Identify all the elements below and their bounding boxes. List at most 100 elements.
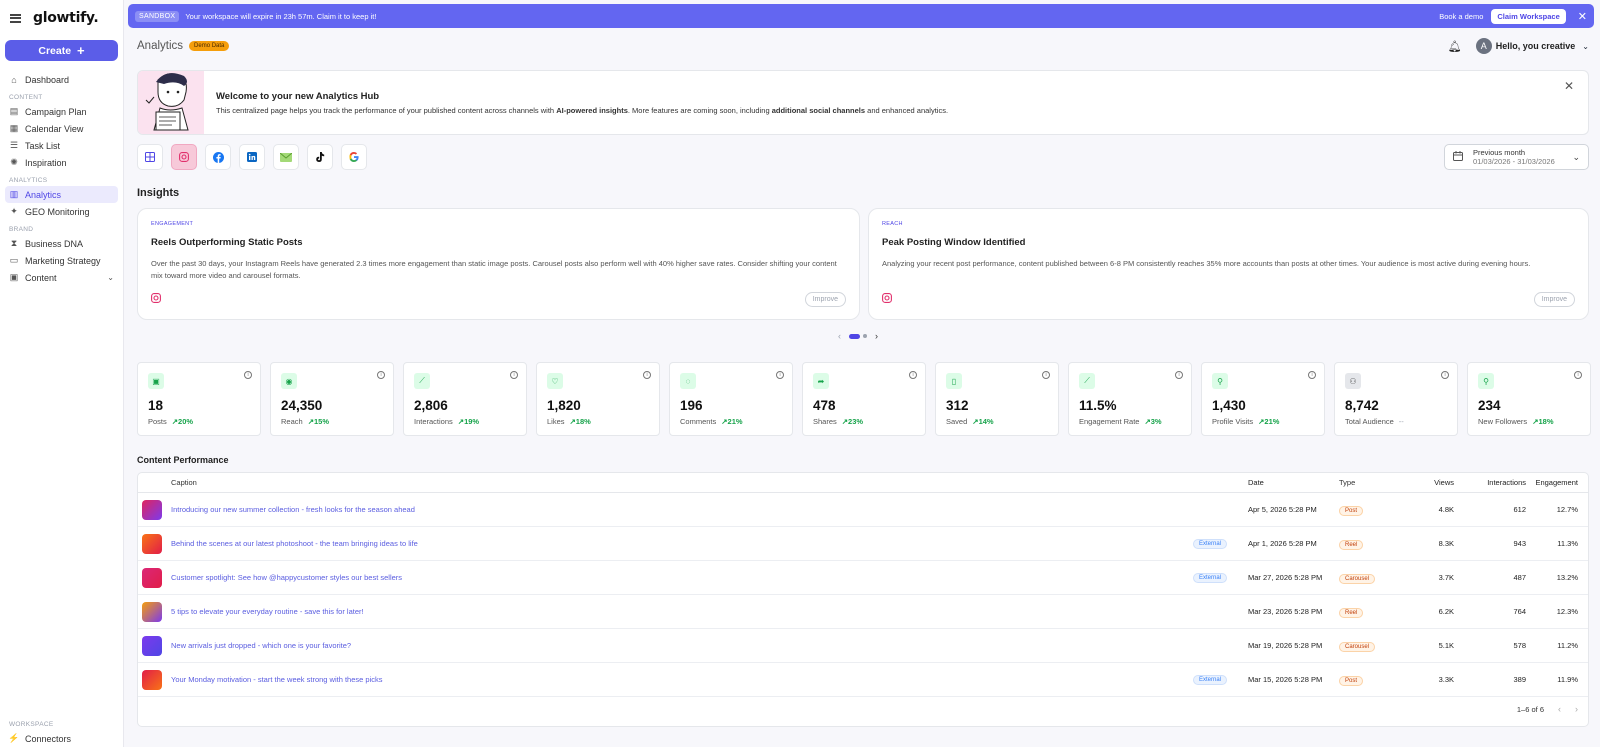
column-type[interactable]: Type [1339, 478, 1355, 487]
table-row[interactable]: 5 tips to elevate your everyday routine … [138, 595, 1588, 629]
chart-icon: ⟋ [414, 373, 430, 389]
metric-change: ↗18% [1532, 417, 1554, 426]
sidebar-item-inspiration[interactable]: ✺ Inspiration [5, 154, 118, 171]
post-views: 3.3K [1438, 675, 1454, 684]
create-button[interactable]: Create + [5, 40, 118, 61]
date-range-text: Previous month 01/03/2026 - 31/03/2026 [1473, 148, 1555, 166]
channel-tiktok-button[interactable] [307, 144, 333, 170]
info-icon[interactable]: i [1574, 371, 1582, 379]
post-views: 6.2K [1438, 607, 1454, 616]
table-row[interactable]: Your Monday motivation - start the week … [138, 663, 1588, 697]
table-row[interactable]: Customer spotlight: See how @happycustom… [138, 561, 1588, 595]
chevron-left-icon[interactable]: ‹ [1558, 704, 1561, 714]
sidebar-item-connectors[interactable]: ⚡ Connectors [5, 730, 118, 747]
post-caption-link[interactable]: Introducing our new summer collection - … [171, 505, 415, 514]
post-caption-link[interactable]: Customer spotlight: See how @happycustom… [171, 573, 402, 582]
channel-google-button[interactable] [341, 144, 367, 170]
menu-icon[interactable] [10, 13, 21, 23]
info-icon[interactable]: i [643, 371, 651, 379]
welcome-desc-bold: AI-powered insights [556, 105, 628, 115]
sidebar-item-task-list[interactable]: ☰ Task List [5, 137, 118, 154]
column-engagement[interactable]: Engagement [1530, 478, 1578, 487]
info-icon[interactable]: i [510, 371, 518, 379]
table-row[interactable]: Behind the scenes at our latest photosho… [138, 527, 1588, 561]
sidebar-item-dashboard[interactable]: ⌂ Dashboard [5, 71, 118, 88]
info-icon[interactable]: i [244, 371, 252, 379]
type-badge: Post [1339, 506, 1364, 516]
chevron-right-icon[interactable]: › [1575, 704, 1578, 714]
user-menu[interactable]: A Hello, you creative ⌄ [1475, 38, 1589, 54]
info-icon[interactable]: i [1042, 371, 1050, 379]
sidebar-item-campaign-plan[interactable]: ▤ Campaign Plan [5, 103, 118, 120]
plug-icon: ⚡ [8, 733, 20, 743]
post-views: 3.7K [1438, 573, 1454, 582]
date-range-picker[interactable]: Previous month 01/03/2026 - 31/03/2026 ⌄ [1444, 144, 1589, 170]
claim-workspace-button[interactable]: Claim Workspace [1491, 8, 1566, 24]
improve-button[interactable]: Improve [1533, 292, 1575, 307]
info-icon[interactable]: i [377, 371, 385, 379]
table-row[interactable]: Introducing our new summer collection - … [138, 493, 1588, 527]
post-type: Reel [1339, 539, 1364, 550]
bell-icon[interactable]: 🔔︎ [1448, 40, 1462, 53]
post-caption-link[interactable]: Your Monday motivation - start the week … [171, 675, 383, 684]
image-icon: ▣ [148, 373, 164, 389]
dna-icon: ⧗ [10, 238, 18, 248]
metric-label: Total Audience [1345, 417, 1394, 426]
banner-message: Your workspace will expire in 23h 57m. C… [185, 11, 377, 21]
post-caption-link[interactable]: 5 tips to elevate your everyday routine … [171, 607, 364, 616]
channel-email-button[interactable] [273, 144, 299, 170]
sidebar-item-content[interactable]: ▣ Content ⌄ [5, 269, 118, 286]
logo[interactable]: glowtify. [33, 10, 99, 26]
info-icon[interactable]: i [909, 371, 917, 379]
channel-facebook-button[interactable] [205, 144, 231, 170]
table-row[interactable]: New arrivals just dropped - which one is… [138, 629, 1588, 663]
column-caption[interactable]: Caption [171, 478, 197, 487]
type-badge: Reel [1339, 608, 1364, 618]
chevron-left-icon[interactable]: ‹ [838, 331, 841, 341]
close-icon[interactable]: ✕ [1578, 10, 1587, 23]
metric-change: ↗15% [307, 417, 329, 426]
improve-button[interactable]: Improve [804, 292, 846, 307]
channel-all-button[interactable] [137, 144, 163, 170]
sidebar-item-geo-monitoring[interactable]: ✦ GEO Monitoring [5, 203, 118, 220]
info-icon[interactable]: i [1175, 371, 1183, 379]
column-views[interactable]: Views [1396, 478, 1454, 487]
metric-card-posts: ▣ i 18 Posts ↗20% [137, 362, 261, 436]
info-icon[interactable]: i [1308, 371, 1316, 379]
sidebar-item-label: Dashboard [25, 74, 70, 85]
insights-pager: ‹ › [838, 331, 878, 341]
post-caption-link[interactable]: New arrivals just dropped - which one is… [171, 641, 351, 650]
book-demo-link[interactable]: Book a demo [1439, 12, 1483, 21]
sidebar-item-label: Connectors [25, 733, 72, 744]
channel-linkedin-button[interactable] [239, 144, 265, 170]
metric-card-likes: ♡ i 1,820 Likes ↗18% [536, 362, 660, 436]
post-engagement: 12.7% [1556, 505, 1578, 514]
close-icon[interactable]: ✕ [1564, 79, 1574, 93]
chart-icon: ⟋ [1079, 373, 1095, 389]
channel-filters [137, 144, 367, 170]
post-caption-link[interactable]: Behind the scenes at our latest photosho… [171, 539, 418, 548]
metric-label: Posts [148, 417, 167, 426]
post-interactions: 943 [1513, 539, 1526, 548]
metric-card-shares: ➦ i 478 Shares ↗23% [802, 362, 926, 436]
column-interactions[interactable]: Interactions [1458, 478, 1526, 487]
pager-dot[interactable] [863, 334, 867, 338]
chevron-down-icon[interactable]: ⌄ [107, 273, 114, 282]
info-icon[interactable]: i [776, 371, 784, 379]
metric-label: Likes [547, 417, 565, 426]
email-icon [280, 152, 292, 162]
info-icon[interactable]: i [1441, 371, 1449, 379]
sidebar-item-analytics[interactable]: ▥ Analytics [5, 186, 118, 203]
post-engagement: 11.9% [1557, 675, 1578, 684]
metric-label: Reach [281, 417, 303, 426]
pager-dot-active[interactable] [849, 333, 860, 339]
sidebar-item-business-dna[interactable]: ⧗ Business DNA [5, 235, 118, 252]
post-thumbnail [142, 669, 162, 690]
sidebar-item-calendar-view[interactable]: ▦ Calendar View [5, 120, 118, 137]
metric-label: Interactions [414, 417, 453, 426]
chevron-right-icon[interactable]: › [875, 331, 878, 341]
column-date[interactable]: Date [1248, 478, 1264, 487]
sidebar-item-marketing-strategy[interactable]: ▭ Marketing Strategy [5, 252, 118, 269]
channel-instagram-button[interactable] [171, 144, 197, 170]
post-type: Post [1339, 675, 1364, 686]
